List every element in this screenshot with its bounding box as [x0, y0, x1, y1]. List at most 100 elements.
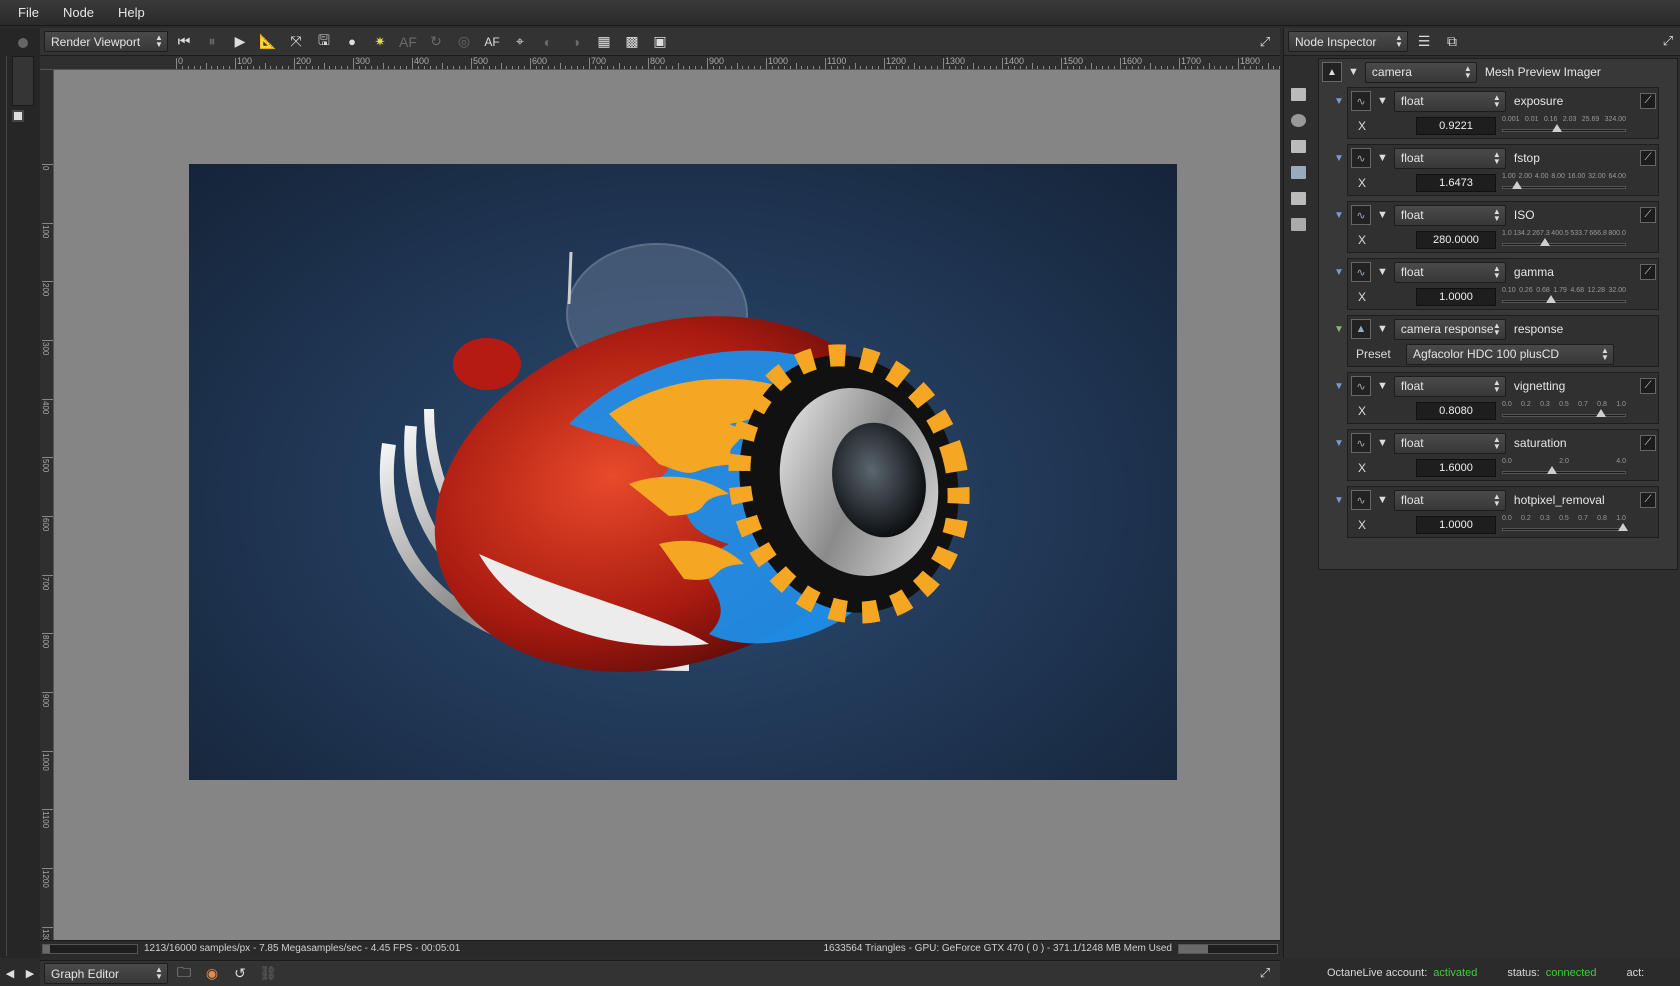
region-select-icon[interactable]: ⤧: [284, 31, 308, 53]
prev-panel-icon[interactable]: ◀: [6, 967, 14, 980]
param-slider[interactable]: 0.0 0.2 0.3 0.5 0.7 0.8 1.0: [1502, 401, 1626, 421]
curve-toggle-icon[interactable]: ⟋: [1640, 93, 1656, 109]
link-triangle-icon[interactable]: ▼: [1334, 153, 1344, 164]
param-type-select[interactable]: float ▲ ▼: [1393, 261, 1506, 283]
collapse-triangle-icon[interactable]: ▼: [1377, 437, 1388, 449]
collapse-triangle-icon[interactable]: ▼: [1377, 209, 1388, 221]
expand-all-icon[interactable]: ⧉: [1440, 31, 1464, 53]
param-type-select[interactable]: float ▲ ▼: [1393, 90, 1506, 112]
auto-focus-dim-icon[interactable]: AF: [396, 31, 420, 53]
param-value-input[interactable]: 0.9221: [1416, 117, 1496, 135]
collapse-all-icon[interactable]: ☰: [1412, 31, 1436, 53]
viewport-mode-select[interactable]: Render Viewport ▲ ▼: [44, 31, 168, 52]
light-icon[interactable]: ✷: [368, 31, 392, 53]
param-type-select[interactable]: float ▲ ▼: [1393, 204, 1506, 226]
slider-thumb[interactable]: [1547, 466, 1557, 474]
link-triangle-icon[interactable]: ▼: [1334, 96, 1344, 107]
curve-toggle-icon[interactable]: ⟋: [1640, 207, 1656, 223]
restart-render-icon[interactable]: ⏮: [172, 31, 196, 53]
param-value-input[interactable]: 0.8080: [1416, 402, 1496, 420]
param-slider[interactable]: 1.0 134.2 267.3 400.5 533.7 666.8 800.0: [1502, 230, 1626, 250]
render-image[interactable]: [189, 164, 1177, 780]
render-target-icon[interactable]: [1291, 88, 1306, 101]
curve-toggle-icon[interactable]: ⟋: [1640, 150, 1656, 166]
slider-thumb[interactable]: [1552, 124, 1562, 132]
window-icon[interactable]: ▣: [648, 31, 672, 53]
inspector-mode-select[interactable]: Node Inspector ▲ ▼: [1288, 31, 1408, 52]
param-value-input[interactable]: 1.0000: [1416, 516, 1496, 534]
play-icon[interactable]: ▶: [228, 31, 252, 53]
link-triangle-icon[interactable]: ▼: [1334, 210, 1344, 221]
viewport-maximize-icon[interactable]: ⤢: [1256, 33, 1274, 51]
sphere-icon[interactable]: ◐: [536, 31, 560, 53]
slider-thumb[interactable]: [1596, 409, 1606, 417]
curve-toggle-icon[interactable]: ⟋: [1640, 264, 1656, 280]
param-slider[interactable]: 0.0 2.0 4.0: [1502, 458, 1626, 478]
postprocess-icon[interactable]: [1291, 218, 1306, 231]
ruler-icon[interactable]: 📐: [256, 31, 280, 53]
param-slider[interactable]: 0.10 0.26 0.68 1.79 4.68 12.28 32.00: [1502, 287, 1626, 307]
link-triangle-icon[interactable]: ▼: [1334, 324, 1344, 335]
link-triangle-icon[interactable]: ▼: [1334, 267, 1344, 278]
collapse-triangle-icon[interactable]: ▼: [1377, 380, 1388, 392]
collapse-triangle-icon[interactable]: ▼: [1377, 152, 1388, 164]
slider-thumb[interactable]: [1546, 295, 1556, 303]
param-value-input[interactable]: 1.6000: [1416, 459, 1496, 477]
graph-maximize-icon[interactable]: ⤢: [1256, 964, 1274, 982]
imager-icon[interactable]: [1291, 192, 1306, 205]
graph-editor-select[interactable]: Graph Editor ▲ ▼: [44, 963, 168, 984]
auto-focus-button[interactable]: AF: [480, 31, 504, 53]
unlink-icon[interactable]: ⛓: [256, 963, 280, 985]
next-panel-icon[interactable]: ▶: [26, 967, 34, 980]
reload-icon[interactable]: ↺: [228, 963, 252, 985]
param-slider[interactable]: 1.00 2.00 4.00 8.00 16.00 32.00 64.00: [1502, 173, 1626, 193]
param-slider[interactable]: 0.0 0.2 0.3 0.5 0.7 0.8 1.0: [1502, 515, 1628, 535]
pick-focus-icon[interactable]: ◎: [452, 31, 476, 53]
menu-file[interactable]: File: [6, 5, 51, 20]
save-image-icon[interactable]: 🖫: [312, 31, 336, 53]
param-value-input[interactable]: 1.6473: [1416, 174, 1496, 192]
menu-help[interactable]: Help: [106, 5, 157, 20]
sphere-alt-icon[interactable]: ◑: [564, 31, 588, 53]
collapse-triangle-icon[interactable]: ▼: [1348, 66, 1359, 78]
dock-tab[interactable]: [12, 56, 34, 106]
camera-node-icon[interactable]: [1291, 114, 1306, 127]
curve-toggle-icon[interactable]: ⟋: [1640, 378, 1656, 394]
param-type-select[interactable]: float ▲ ▼: [1393, 489, 1506, 511]
load-material-icon[interactable]: ◉: [200, 963, 224, 985]
pick-material-icon[interactable]: ●: [340, 31, 364, 53]
param-slider[interactable]: 0.001 0.01 0.16 2.03 25.69 324.00: [1502, 116, 1626, 136]
pause-icon[interactable]: ⏸: [200, 31, 224, 53]
param-type-select[interactable]: float ▲ ▼: [1393, 432, 1506, 454]
root-type-select[interactable]: camera ▲ ▼: [1364, 61, 1477, 83]
rotate-icon[interactable]: ↻: [424, 31, 448, 53]
collapse-triangle-icon[interactable]: ▼: [1377, 323, 1388, 335]
param-type-select[interactable]: float ▲ ▼: [1393, 147, 1506, 169]
minimize-icon[interactable]: [12, 110, 24, 122]
link-triangle-icon[interactable]: ▼: [1334, 438, 1344, 449]
record-icon[interactable]: [18, 38, 28, 48]
preset-select[interactable]: Agfacolor HDC 100 plusCD ▲ ▼: [1406, 343, 1614, 365]
grid-icon[interactable]: ▦: [592, 31, 616, 53]
param-type-select[interactable]: camera response ▲ ▼: [1393, 318, 1506, 340]
collapse-triangle-icon[interactable]: ▼: [1377, 266, 1388, 278]
link-triangle-icon[interactable]: ▼: [1334, 381, 1344, 392]
param-type-select[interactable]: float ▲ ▼: [1393, 375, 1506, 397]
load-scene-icon[interactable]: 🗀: [172, 963, 196, 985]
environment-icon[interactable]: [1291, 140, 1306, 153]
collapse-triangle-icon[interactable]: ▼: [1377, 95, 1388, 107]
param-value-input[interactable]: 1.0000: [1416, 288, 1496, 306]
collapse-triangle-icon[interactable]: ▼: [1377, 494, 1388, 506]
param-value-input[interactable]: 280.0000: [1416, 231, 1496, 249]
menu-node[interactable]: Node: [51, 5, 106, 20]
inspector-maximize-icon[interactable]: ⤢: [1659, 32, 1677, 50]
slider-thumb[interactable]: [1540, 238, 1550, 246]
link-triangle-icon[interactable]: ▼: [1334, 495, 1344, 506]
kernel-icon[interactable]: [1291, 166, 1306, 179]
slider-thumb[interactable]: [1512, 181, 1522, 189]
checker-icon[interactable]: ▩: [620, 31, 644, 53]
slider-thumb[interactable]: [1618, 523, 1628, 531]
camera-icon[interactable]: ⌖: [508, 31, 532, 53]
curve-toggle-icon[interactable]: ⟋: [1640, 435, 1656, 451]
curve-toggle-icon[interactable]: ⟋: [1640, 492, 1656, 508]
